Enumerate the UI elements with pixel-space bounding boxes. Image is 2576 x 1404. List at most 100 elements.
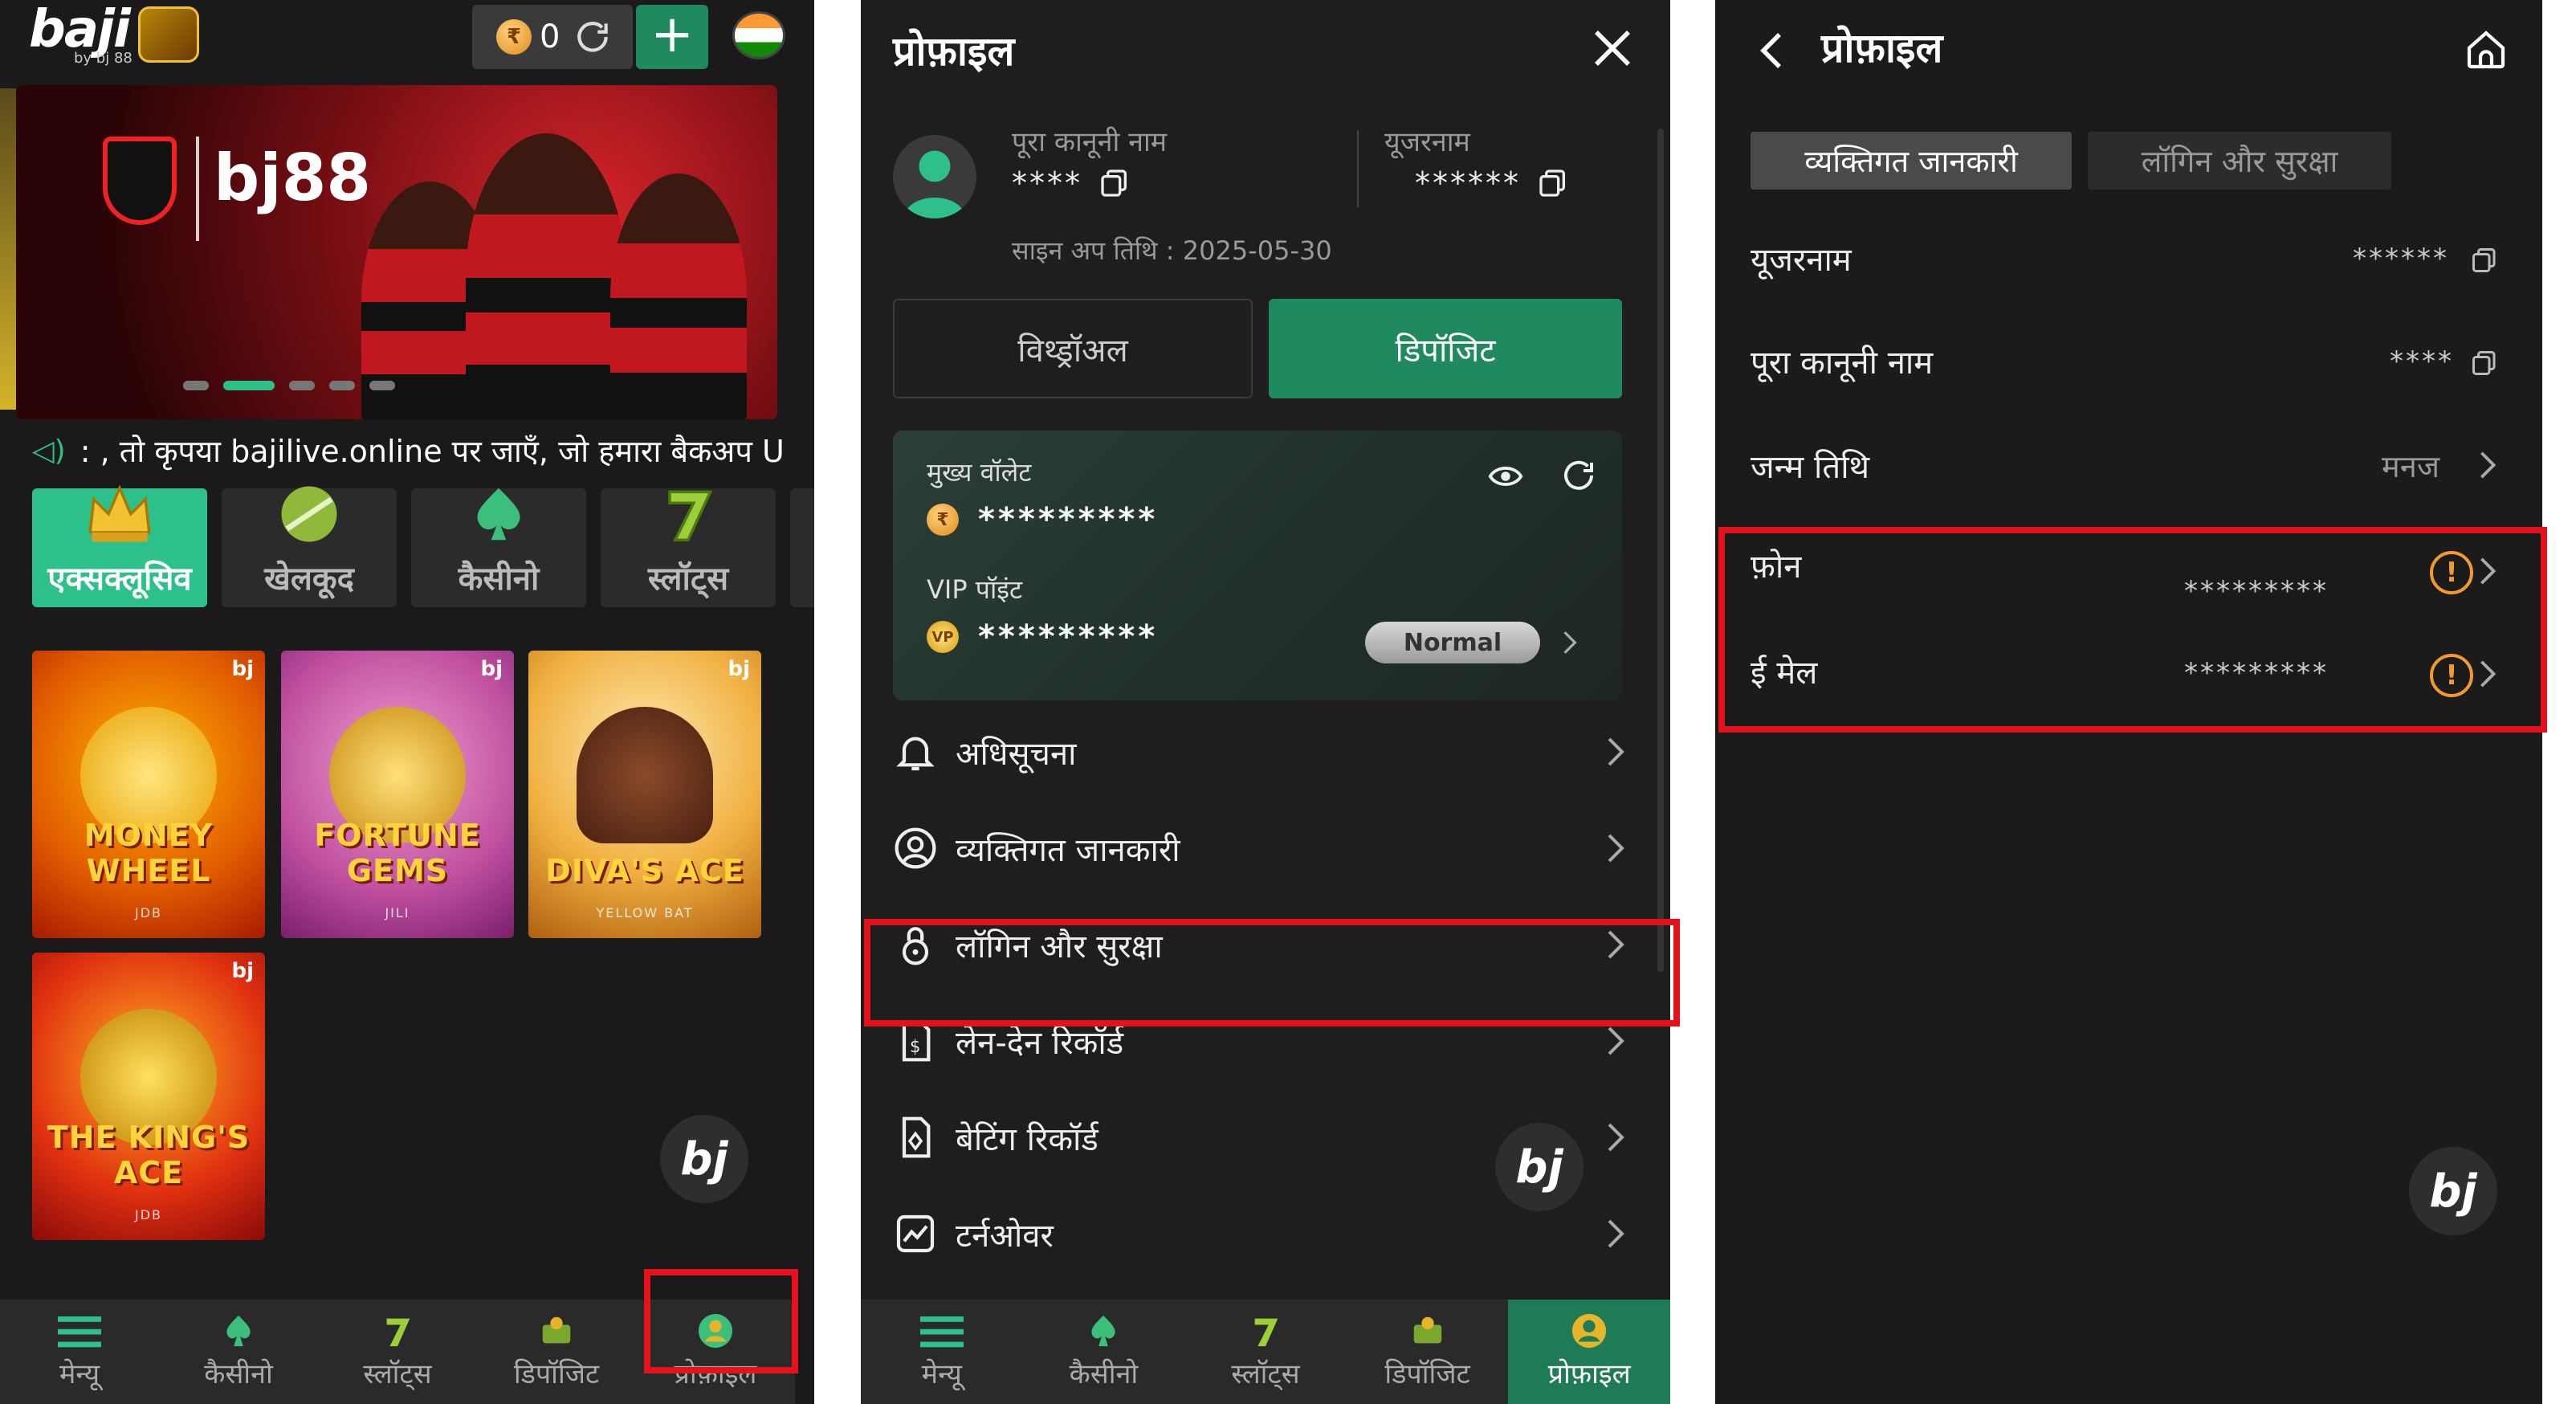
bell-icon [896, 737, 935, 771]
balance-box[interactable]: ₹ 0 [472, 5, 633, 69]
page-title: प्रोफ़ाइल [1821, 25, 1943, 71]
copy-icon[interactable] [2470, 246, 2499, 275]
chat-bubble-button[interactable]: bj [2409, 1147, 2497, 1235]
nav-label: प्रोफ़ाइल [1547, 1358, 1631, 1390]
slots-icon [1254, 1318, 1278, 1347]
nav-label: डिपॉजिट [513, 1358, 600, 1390]
crown-icon [88, 484, 151, 542]
category-next-peek[interactable] [790, 488, 814, 607]
banner-pagination[interactable] [183, 381, 410, 390]
nav-label: कैसीनो [1069, 1358, 1139, 1390]
casino-icon [1091, 1315, 1115, 1347]
nav-casino[interactable]: कैसीनो [159, 1300, 318, 1404]
home-icon[interactable] [2462, 27, 2510, 72]
deposit-button[interactable]: डिपॉजिट [1269, 299, 1622, 398]
nav-slots[interactable]: स्लॉट्स [1184, 1300, 1347, 1404]
player-figure [610, 173, 747, 419]
copy-icon[interactable] [1537, 167, 1569, 199]
scrollbar[interactable] [1657, 129, 1664, 972]
avatar[interactable] [893, 135, 976, 218]
bottom-nav: मेन्यू कैसीनो स्लॉट्स डिपॉजिट प्रोफ़ाइल [861, 1300, 1670, 1404]
nav-profile[interactable]: प्रोफ़ाइल [1508, 1300, 1670, 1404]
nav-label: मेन्यू [921, 1358, 962, 1390]
speaker-icon: ◁) [32, 434, 66, 467]
row-date-of-birth[interactable]: जन्म तिथि मनज [1751, 437, 2505, 493]
game-card[interactable]: bj DIVA'S ACE YELLOW BAT [528, 651, 761, 938]
game-card[interactable]: bj THE KING'S ACE JDB [32, 953, 265, 1240]
game-bj-badge: bj [480, 657, 503, 681]
vip-points-value: ********* [978, 618, 1159, 655]
warning-icon[interactable]: ! [2430, 551, 2473, 594]
nav-deposit[interactable]: डिपॉजिट [477, 1300, 636, 1404]
withdraw-button[interactable]: विथ्ड्रॉअल [893, 299, 1253, 398]
category-exclusive[interactable]: एक्सक्लूसिव [32, 484, 207, 607]
pagination-dot[interactable] [289, 381, 315, 390]
back-icon[interactable] [1755, 31, 1787, 71]
nav-label: मेन्यू [59, 1358, 100, 1390]
copy-icon[interactable] [1098, 167, 1131, 199]
close-icon[interactable] [1588, 24, 1636, 72]
vip-level-badge[interactable]: Normal [1365, 622, 1540, 663]
home-screen: baji by bj 88 ₹ 0 + bj88 ◁) : , तो कृपया… [0, 0, 814, 1404]
game-provider: JILI [385, 905, 410, 920]
username-value: ****** [1415, 165, 1521, 201]
logo-subtitle: by bj 88 [74, 50, 132, 67]
user-circle-icon [895, 827, 936, 869]
category-slots[interactable]: स्लॉट्स [601, 488, 776, 607]
warning-icon[interactable]: ! [2430, 654, 2473, 697]
row-username[interactable]: यूजरनाम ****** [1751, 230, 2505, 286]
game-bj-badge: bj [728, 657, 750, 681]
eye-icon[interactable] [1487, 458, 1524, 495]
full-name-value: **** [1012, 165, 1082, 201]
menu-transaction-records[interactable]: $ लेन-देन रिकॉर्ड [893, 991, 1638, 1091]
bet-slip-icon [902, 1116, 931, 1158]
menu-icon [58, 1316, 101, 1348]
pagination-dot-active[interactable] [223, 381, 275, 390]
nav-label: स्लॉट्स [363, 1358, 432, 1390]
nav-deposit[interactable]: डिपॉजिट [1347, 1300, 1509, 1404]
chat-bubble-button[interactable]: bj [660, 1115, 748, 1203]
game-title: DIVA'S ACE [545, 853, 744, 888]
tab-personal-info[interactable]: व्यक्तिगत जानकारी [1751, 132, 2072, 190]
nav-slots[interactable]: स्लॉट्स [318, 1300, 477, 1404]
menu-personal-info[interactable]: व्यक्तिगत जानकारी [893, 798, 1638, 898]
deposit-icon [542, 1316, 571, 1344]
pagination-dot[interactable] [329, 381, 355, 390]
row-label: ई मेल [1751, 655, 1818, 692]
announcement-ticker[interactable]: ◁) : , तो कृपया bajilive.online पर जाएँ,… [32, 431, 814, 471]
menu-login-security[interactable]: लॉगिन और सुरक्षा [893, 895, 1638, 994]
game-card[interactable]: bj FORTUNE GEMS JILI [281, 651, 514, 938]
nav-menu[interactable]: मेन्यू [861, 1300, 1023, 1404]
add-funds-button[interactable]: + [636, 5, 708, 69]
category-bar: एक्सक्लूसिव खेलकूद कैसीनो स्लॉट्स [32, 484, 814, 607]
chevron-right-icon[interactable] [1561, 630, 1579, 655]
category-sports[interactable]: खेलकूद [222, 486, 397, 607]
nav-profile[interactable]: प्रोफ़ाइल [636, 1300, 795, 1404]
menu-notifications[interactable]: अधिसूचना [893, 702, 1638, 802]
game-card[interactable]: bj MONEY WHEEL JDB [32, 651, 265, 938]
category-casino[interactable]: कैसीनो [411, 488, 586, 607]
promo-banner[interactable] [16, 85, 777, 419]
vip-points-row: VP ********* [927, 618, 1158, 655]
full-name-label: पूरा कानूनी नाम [1012, 126, 1168, 158]
slot-seven-icon [668, 490, 713, 541]
refresh-icon[interactable] [573, 17, 613, 57]
tab-login-security[interactable]: लॉगिन और सुरक्षा [2088, 132, 2391, 190]
nav-casino[interactable]: कैसीनो [1023, 1300, 1185, 1404]
copy-icon[interactable] [2470, 349, 2499, 378]
club-crest-icon [103, 137, 177, 225]
row-full-name[interactable]: पूरा कानूनी नाम **** [1751, 333, 2505, 389]
row-label: यूजरनाम [1751, 242, 1852, 279]
row-value: ********* [2184, 575, 2329, 607]
category-label: स्लॉट्स [647, 561, 729, 598]
pagination-dot[interactable] [183, 381, 209, 390]
row-phone[interactable]: फ़ोन ********* ! [1751, 538, 2505, 626]
pagination-dot[interactable] [369, 381, 395, 390]
chat-bubble-button[interactable]: bj [1495, 1123, 1584, 1211]
nav-menu[interactable]: मेन्यू [0, 1300, 159, 1404]
india-flag-icon[interactable] [732, 11, 785, 59]
row-email[interactable]: ई मेल ********* ! [1751, 644, 2505, 708]
vip-points-label: VIP पॉइंट [927, 574, 1023, 605]
refresh-icon[interactable] [1559, 456, 1598, 495]
game-bj-badge: bj [231, 657, 254, 681]
